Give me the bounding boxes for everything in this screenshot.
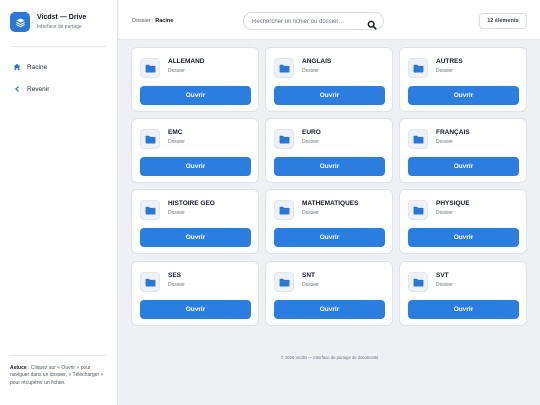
folder-name: PHYSIQUE xyxy=(436,200,470,207)
folder-icon xyxy=(408,129,428,149)
folder-card: EURO Dossier Ouvrir xyxy=(265,118,393,183)
search-input[interactable] xyxy=(252,16,364,27)
help-label: Astuce xyxy=(10,365,27,371)
sidebar-divider xyxy=(10,46,107,47)
breadcrumb-prefix: Dossier : xyxy=(132,18,154,24)
folder-icon xyxy=(140,200,160,220)
folder-card: FRANÇAIS Dossier Ouvrir xyxy=(399,118,527,183)
open-folder-button[interactable]: Ouvrir xyxy=(408,157,519,176)
folder-type: Dossier xyxy=(168,282,185,288)
folder-icon xyxy=(274,272,294,292)
sidebar-help-text: Astuce : Cliquez sur « Ouvrir » pour nav… xyxy=(10,365,110,387)
folder-type: Dossier xyxy=(436,139,453,145)
folder-name: EURO xyxy=(302,129,321,136)
folder-name: EMC xyxy=(168,129,183,136)
search-icon[interactable] xyxy=(367,17,377,30)
folder-type: Dossier xyxy=(302,68,319,74)
folder-card: MATHEMATIQUES Dossier Ouvrir xyxy=(265,189,393,254)
folder-card: SES Dossier Ouvrir xyxy=(131,261,259,326)
folder-card: ANGLAIS Dossier Ouvrir xyxy=(265,47,393,112)
folder-type: Dossier xyxy=(168,139,185,145)
open-folder-button[interactable]: Ouvrir xyxy=(140,228,251,247)
folder-name: ANGLAIS xyxy=(302,58,332,65)
folder-card: HISTOIRE GEO Dossier Ouvrir xyxy=(131,189,259,254)
folder-card: ALLEMAND Dossier Ouvrir xyxy=(131,47,259,112)
open-folder-button[interactable]: Ouvrir xyxy=(408,86,519,105)
folder-card: SNT Dossier Ouvrir xyxy=(265,261,393,326)
folder-type: Dossier xyxy=(436,210,453,216)
open-folder-button[interactable]: Ouvrir xyxy=(274,157,385,176)
folder-name: MATHEMATIQUES xyxy=(302,200,359,207)
open-folder-button[interactable]: Ouvrir xyxy=(140,300,251,319)
folder-icon xyxy=(408,58,428,78)
breadcrumb-current: Racine xyxy=(155,18,174,24)
folder-name: ALLEMAND xyxy=(168,58,205,65)
folder-icon xyxy=(274,129,294,149)
folder-name: AUTRES xyxy=(436,58,463,65)
sidebar-item-revenir[interactable]: Revenir xyxy=(10,82,107,96)
sidebar: Vicdst — Drive Interface de partage Raci… xyxy=(0,0,118,405)
folder-card: AUTRES Dossier Ouvrir xyxy=(399,47,527,112)
open-folder-button[interactable]: Ouvrir xyxy=(274,300,385,319)
topbar: Dossier : Racine 12 éléments xyxy=(119,0,540,40)
folder-type: Dossier xyxy=(302,282,319,288)
layers-logo-icon xyxy=(10,12,30,32)
folder-type: Dossier xyxy=(436,68,453,74)
folder-type: Dossier xyxy=(302,139,319,145)
open-folder-button[interactable]: Ouvrir xyxy=(408,228,519,247)
open-folder-button[interactable]: Ouvrir xyxy=(408,300,519,319)
search-box[interactable] xyxy=(243,12,384,30)
folder-card: EMC Dossier Ouvrir xyxy=(131,118,259,183)
folder-name: SVT xyxy=(436,272,449,279)
brand: Vicdst — Drive Interface de partage xyxy=(10,12,110,34)
chevron-left-icon xyxy=(10,86,24,92)
folder-icon xyxy=(140,58,160,78)
sidebar-item-racine[interactable]: Racine xyxy=(10,60,107,74)
folder-icon xyxy=(140,129,160,149)
folder-icon xyxy=(408,272,428,292)
sidebar-item-label: Racine xyxy=(27,63,48,71)
breadcrumb: Dossier : Racine xyxy=(132,18,173,24)
open-folder-button[interactable]: Ouvrir xyxy=(274,228,385,247)
folder-name: FRANÇAIS xyxy=(436,129,470,136)
folder-icon xyxy=(408,200,428,220)
open-folder-button[interactable]: Ouvrir xyxy=(140,157,251,176)
page-footer: © 2026 Vicdst — Interface de partage de … xyxy=(280,355,379,360)
sidebar-item-label: Revenir xyxy=(27,85,50,93)
folder-card: SVT Dossier Ouvrir xyxy=(399,261,527,326)
home-icon xyxy=(10,63,24,71)
folder-icon xyxy=(274,58,294,78)
folder-name: SNT xyxy=(302,272,315,279)
folder-type: Dossier xyxy=(168,210,185,216)
folder-grid: ALLEMAND Dossier Ouvrir ANGLAIS Dossier Ouvri… xyxy=(131,47,527,326)
folder-type: Dossier xyxy=(168,68,185,74)
open-folder-button[interactable]: Ouvrir xyxy=(274,86,385,105)
brand-subtitle: Interface de partage xyxy=(37,24,82,30)
item-count-badge: 12 éléments xyxy=(479,13,527,29)
brand-title: Vicdst — Drive xyxy=(37,14,87,21)
sidebar-divider xyxy=(10,355,107,356)
folder-name: SES xyxy=(168,272,182,279)
folder-card: PHYSIQUE Dossier Ouvrir xyxy=(399,189,527,254)
folder-type: Dossier xyxy=(436,282,453,288)
folder-icon xyxy=(274,200,294,220)
folder-type: Dossier xyxy=(302,210,319,216)
folder-name: HISTOIRE GEO xyxy=(168,200,215,207)
folder-icon xyxy=(140,272,160,292)
open-folder-button[interactable]: Ouvrir xyxy=(140,86,251,105)
